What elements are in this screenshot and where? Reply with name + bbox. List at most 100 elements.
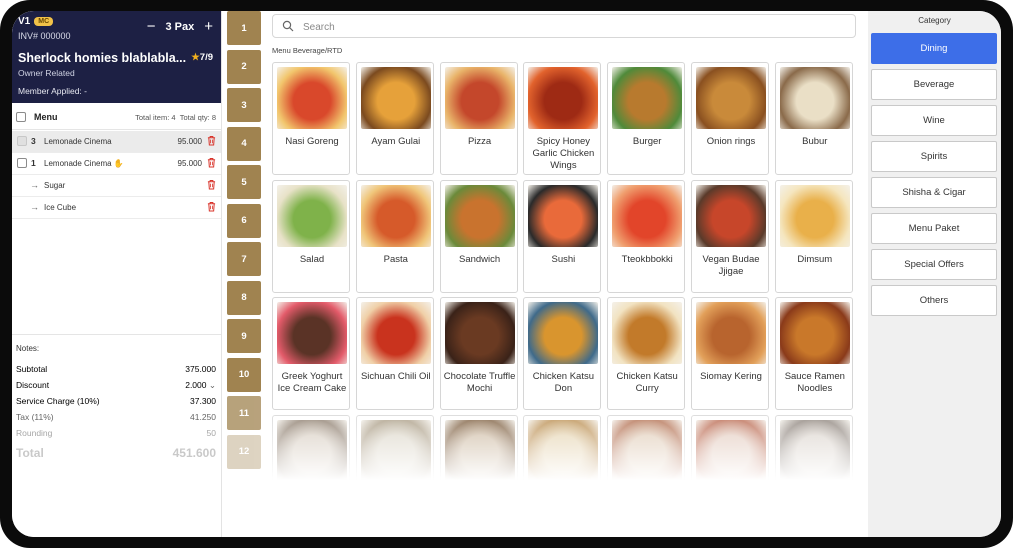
- category-dining[interactable]: Dining: [871, 33, 997, 64]
- pax-minus-button[interactable]: −: [147, 19, 156, 34]
- menu-item-card[interactable]: Sichuan Chili Oil: [355, 297, 434, 410]
- menu-item-card[interactable]: [607, 414, 686, 528]
- menu-item-card[interactable]: [523, 414, 602, 528]
- select-all-checkbox[interactable]: [16, 112, 26, 122]
- menu-item-name: Greek Yoghurt Ice Cream Cake: [277, 371, 347, 394]
- menu-item-card[interactable]: Nasi Goreng: [272, 62, 350, 175]
- order-row[interactable]: 3 Lemonade Cinema 95.000: [12, 131, 221, 153]
- menu-item-card[interactable]: Sandwich: [439, 179, 518, 293]
- order-list-header: Menu Total item: 4 Total qty: 8: [12, 107, 221, 130]
- menu-item-card[interactable]: [272, 414, 350, 528]
- breadcrumb: Menu Beverage/RTD: [272, 46, 343, 55]
- category-shisha-cigar[interactable]: Shisha & Cigar: [871, 177, 997, 208]
- menu-label: Menu: [34, 112, 58, 122]
- table-button-11[interactable]: 11: [227, 396, 261, 430]
- invoice-number: INV# 000000: [18, 31, 71, 41]
- row-checkbox[interactable]: [17, 136, 27, 146]
- table-button-8[interactable]: 8: [227, 280, 261, 315]
- trash-icon[interactable]: [207, 135, 216, 146]
- food-image: [528, 67, 599, 129]
- menu-item-card[interactable]: Bubur: [774, 62, 853, 175]
- table-button-7[interactable]: 7: [227, 242, 261, 276]
- category-menu-paket[interactable]: Menu Paket: [871, 213, 997, 244]
- row-price: 95.000: [177, 137, 202, 146]
- table-button-4[interactable]: 4: [227, 126, 261, 161]
- food-image: [277, 67, 347, 129]
- menu-item-name: Salad: [299, 253, 325, 265]
- menu-item-name: Pizza: [467, 136, 492, 147]
- category-spirits[interactable]: Spirits: [871, 141, 997, 172]
- row-item-name: Lemonade Cinema: [44, 137, 112, 146]
- food-image: [612, 419, 683, 482]
- table-button-10[interactable]: 10: [227, 357, 261, 392]
- menu-item-card[interactable]: [774, 414, 853, 528]
- category-beverage[interactable]: Beverage: [871, 69, 997, 100]
- trash-icon[interactable]: [207, 157, 216, 168]
- order-row[interactable]: 1 Lemonade Cinema ✋ 95.000: [12, 153, 221, 175]
- row-price: 95.000: [177, 159, 202, 168]
- row-checkbox[interactable]: [17, 158, 27, 168]
- table-button-1[interactable]: 1: [227, 11, 261, 45]
- category-wine[interactable]: Wine: [871, 105, 997, 136]
- rounding-value: 50: [206, 428, 216, 438]
- menu-item-card[interactable]: Chocolate Truffle Mochi: [439, 297, 518, 410]
- food-image: [444, 419, 515, 482]
- table-button-2[interactable]: 2: [227, 49, 261, 84]
- table-button-6[interactable]: 6: [227, 203, 261, 238]
- pax-plus-button[interactable]: +: [204, 19, 213, 34]
- modifier-name: Ice Cube: [44, 203, 77, 212]
- food-image: [779, 184, 850, 247]
- trash-icon[interactable]: [207, 179, 216, 190]
- food-image: [779, 419, 850, 482]
- member-badge: MC: [34, 17, 54, 26]
- table-button-3[interactable]: 3: [227, 88, 261, 122]
- menu-item-card[interactable]: Tteokbbokki: [607, 179, 686, 293]
- menu-item-card[interactable]: Dimsum: [774, 179, 853, 293]
- modifier-row[interactable]: → Sugar: [12, 175, 221, 197]
- discount-row[interactable]: Discount 2.000 ⌄: [16, 378, 216, 394]
- menu-item-card[interactable]: [439, 414, 518, 528]
- search-input[interactable]: [301, 18, 845, 36]
- table-button-12[interactable]: 12: [227, 434, 261, 469]
- menu-item-card[interactable]: Pasta: [355, 179, 434, 293]
- menu-item-card[interactable]: Siomay Kering: [691, 297, 769, 410]
- trash-icon[interactable]: [207, 201, 216, 212]
- menu-item-card[interactable]: Onion rings: [691, 62, 769, 175]
- rounding-label: Rounding: [16, 428, 53, 438]
- menu-item-name: Siomay Kering: [700, 371, 762, 382]
- menu-item-card[interactable]: [355, 414, 434, 528]
- row-item-name: Lemonade Cinema ✋: [44, 159, 124, 168]
- modifier-row[interactable]: → Ice Cube: [12, 197, 221, 219]
- chevron-down-icon[interactable]: ⌄: [209, 380, 216, 390]
- menu-item-card[interactable]: Chicken Katsu Don: [523, 297, 602, 410]
- menu-item-card[interactable]: Salad: [272, 179, 350, 293]
- menu-item-card[interactable]: Vegan Budae Jjigae: [691, 179, 769, 293]
- search-bar[interactable]: [272, 14, 856, 38]
- menu-item-card[interactable]: Pizza: [439, 62, 518, 175]
- menu-item-card[interactable]: Chicken Katsu Curry: [607, 297, 686, 410]
- table-code-row: V1 MC: [18, 16, 54, 27]
- menu-item-card[interactable]: Greek Yoghurt Ice Cream Cake: [272, 297, 350, 410]
- menu-item-name: Chocolate Truffle Mochi: [443, 371, 516, 394]
- menu-item-card[interactable]: [691, 414, 769, 528]
- menu-item-name: Spicy Honey Garlic Chicken Wings: [532, 136, 595, 171]
- table-button-5[interactable]: 5: [227, 165, 261, 199]
- pax-count: 3 Pax: [165, 21, 195, 33]
- order-panel: V1 MC INV# 000000 − 3 Pax + Sherlock hom…: [12, 11, 222, 537]
- category-special-offers[interactable]: Special Offers: [871, 249, 997, 280]
- menu-item-card[interactable]: Spicy Honey Garlic Chicken Wings: [523, 62, 602, 175]
- menu-item-card[interactable]: Sauce Ramen Noodles: [774, 297, 853, 410]
- food-image: [612, 67, 683, 129]
- table-button-9[interactable]: 9: [227, 319, 261, 353]
- menu-item-card[interactable]: Sushi: [523, 179, 602, 293]
- customer-relation: Owner Related: [18, 68, 75, 78]
- menu-item-name: Sauce Ramen Noodles: [784, 371, 845, 394]
- menu-item-card[interactable]: Ayam Gulai: [355, 62, 434, 175]
- total-row: Total 451.600: [16, 442, 216, 464]
- category-others[interactable]: Others: [871, 285, 997, 316]
- notes-section[interactable]: Notes:: [12, 334, 221, 359]
- menu-item-card[interactable]: Burger: [607, 62, 686, 175]
- customer-name[interactable]: Sherlock homies blablabla...: [18, 51, 186, 65]
- rating-value: 7/9: [199, 52, 213, 63]
- food-image: [779, 67, 850, 129]
